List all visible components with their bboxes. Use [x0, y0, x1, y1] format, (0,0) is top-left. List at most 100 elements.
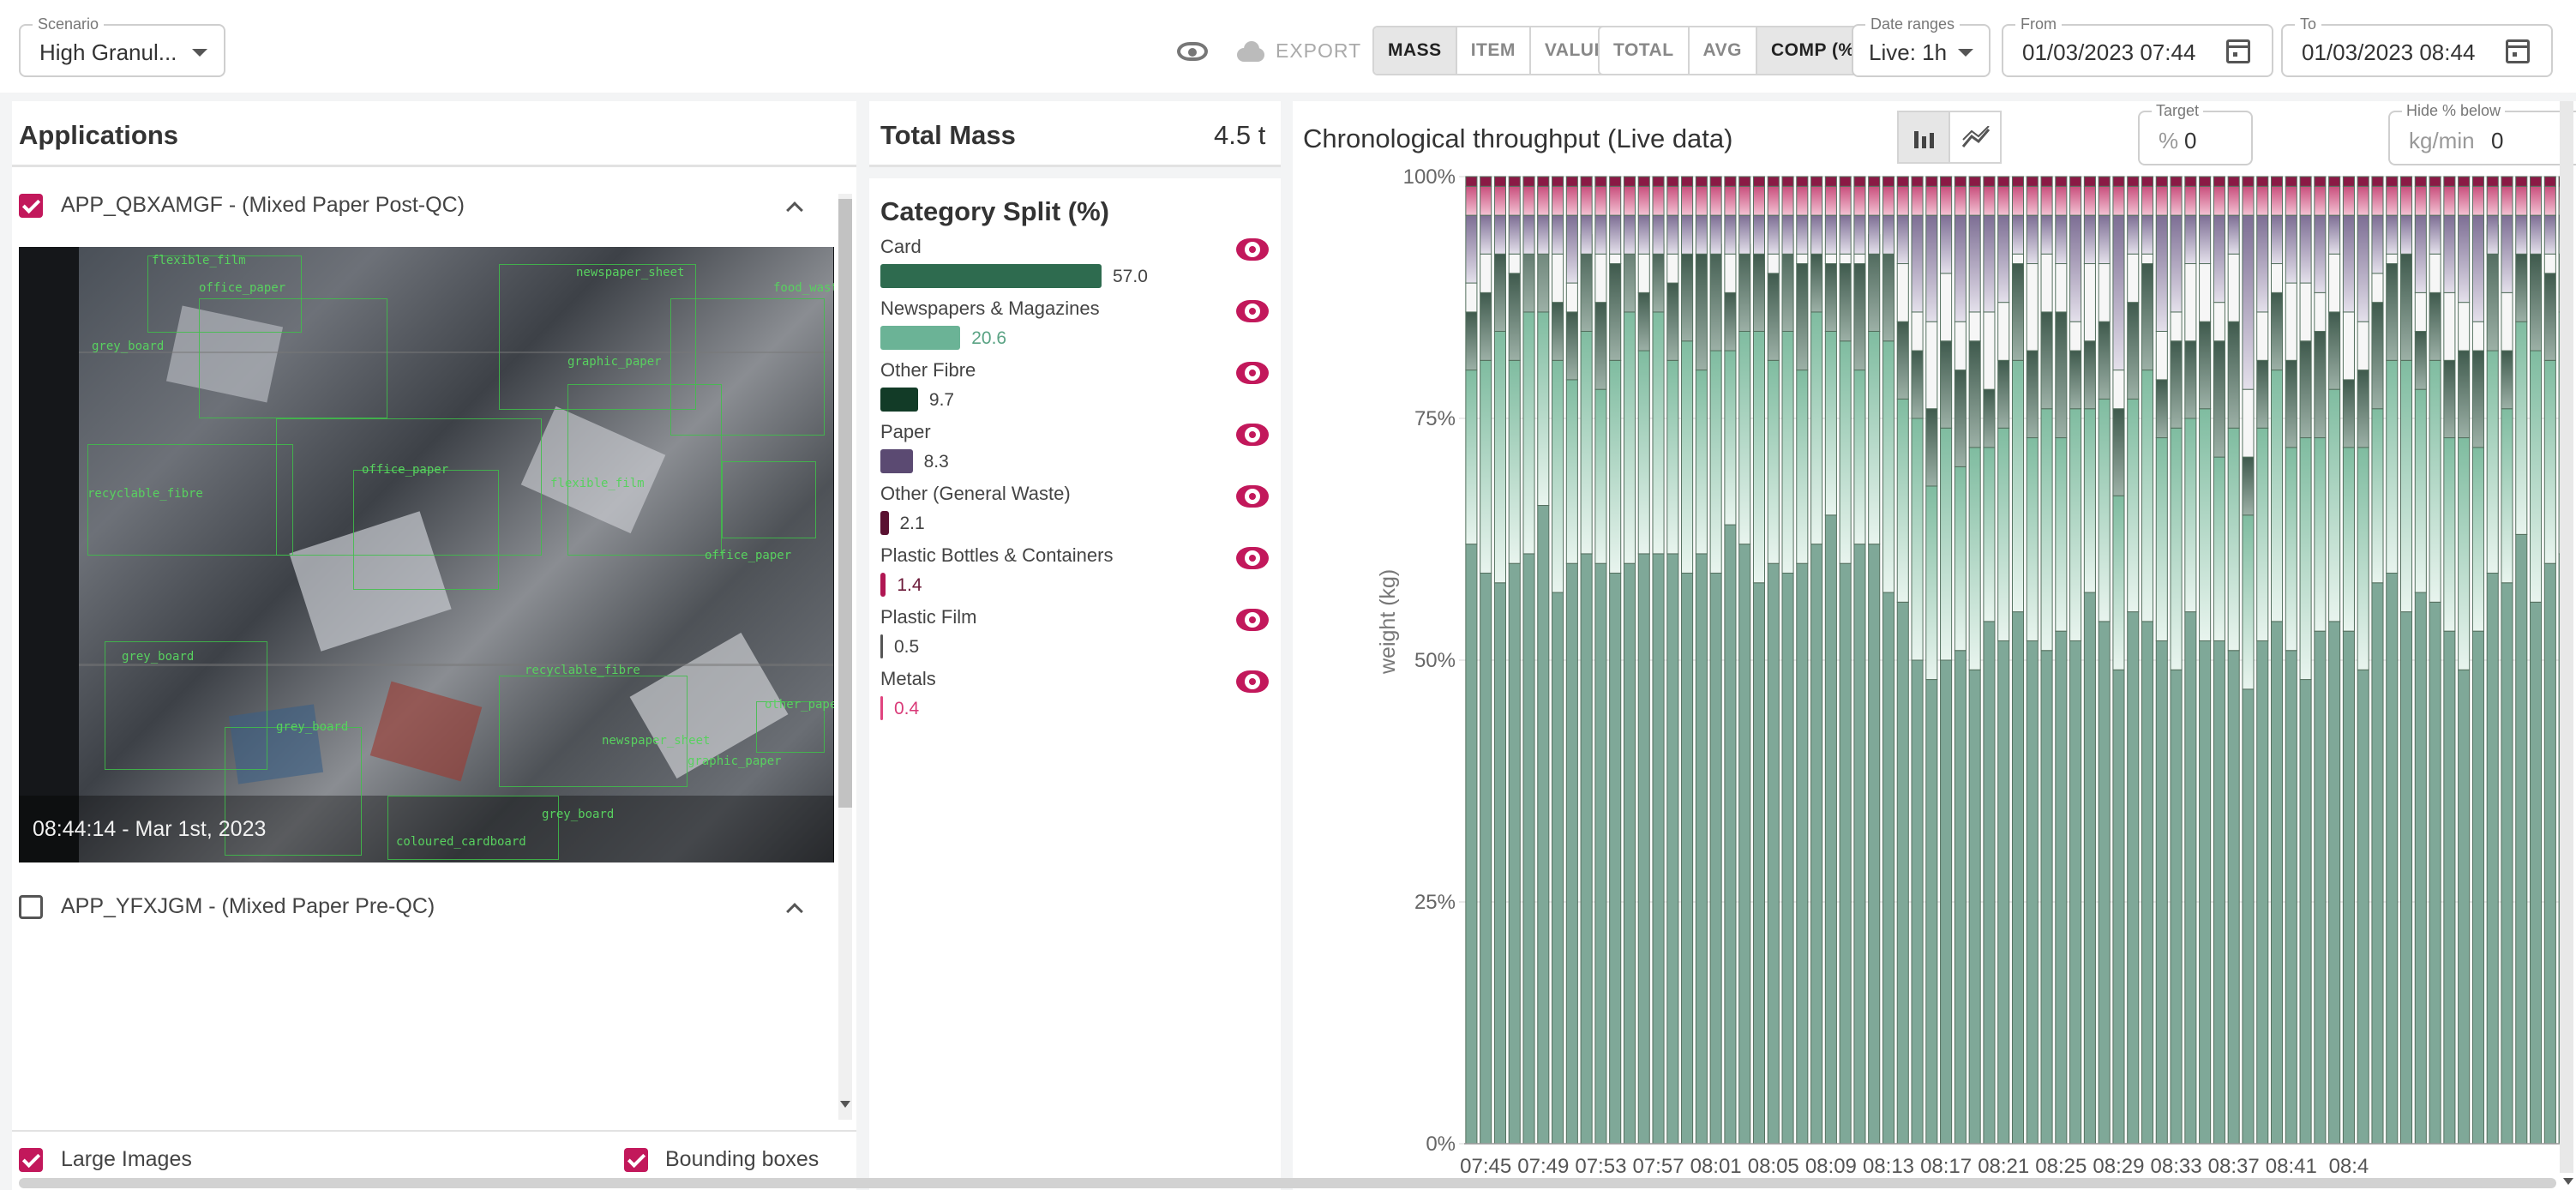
bar-segment-plastics[interactable]	[2530, 185, 2543, 216]
bar-segment-newspapers[interactable]	[2026, 437, 2039, 641]
bar-segment-newspapers[interactable]	[2515, 321, 2528, 535]
bar-segment-card[interactable]	[1652, 553, 1665, 1145]
bar-segment-top[interactable]	[2040, 176, 2053, 187]
bar-segment-top[interactable]	[1508, 176, 1521, 187]
bar-segment-card[interactable]	[1724, 524, 1737, 1145]
bar-segment-plastics[interactable]	[2414, 185, 2427, 216]
bar-segment-paper[interactable]	[1580, 214, 1593, 255]
bar-segment-other-fibre[interactable]	[2386, 263, 2399, 361]
bar-segment-newspapers[interactable]	[1522, 311, 1535, 555]
bar-segment-plastics[interactable]	[2055, 185, 2068, 216]
bar-segment-top[interactable]	[2184, 176, 2197, 187]
bar-segment-card[interactable]	[1911, 659, 1924, 1145]
bar-segment-card[interactable]	[1522, 553, 1535, 1145]
visibility-toggle-icon[interactable]	[1236, 547, 1269, 569]
bar-segment-newspapers[interactable]	[1508, 359, 1521, 564]
bar-segment-gap[interactable]	[1853, 253, 1866, 265]
bar-segment-other-fibre[interactable]	[2011, 263, 2025, 361]
bar-segment-plastics[interactable]	[1997, 185, 2010, 216]
bar-segment-gap[interactable]	[2256, 311, 2269, 361]
bar-segment-paper[interactable]	[1594, 214, 1607, 255]
bar-segment-plastics[interactable]	[2011, 185, 2025, 216]
bar-segment-newspapers[interactable]	[1493, 330, 1506, 584]
bar-segment-other-fibre[interactable]	[1954, 370, 1967, 467]
bar-segment-paper[interactable]	[2443, 214, 2456, 293]
bar-segment-paper[interactable]	[1882, 214, 1895, 255]
bar-segment-top[interactable]	[1824, 176, 1837, 187]
bar-segment-paper[interactable]	[2399, 214, 2413, 255]
bar-segment-newspapers[interactable]	[1652, 311, 1665, 555]
bar-segment-card[interactable]	[1781, 572, 1794, 1145]
bar-segment-top[interactable]	[2414, 176, 2427, 187]
bar-segment-gap[interactable]	[1666, 253, 1679, 284]
bar-segment-other-fibre[interactable]	[2227, 321, 2240, 429]
bar-segment-card[interactable]	[1896, 601, 1909, 1145]
bar-segment-plastics[interactable]	[1594, 185, 1607, 216]
bar-segment-top[interactable]	[1796, 176, 1809, 187]
bar-segment-paper[interactable]	[2501, 214, 2513, 293]
bar-segment-paper[interactable]	[2155, 214, 2168, 332]
bar-segment-plastics[interactable]	[1623, 185, 1636, 216]
bar-segment-plastics[interactable]	[2486, 185, 2499, 216]
bar-segment-card[interactable]	[1623, 562, 1636, 1145]
bar-segment-newspapers[interactable]	[1781, 330, 1794, 574]
bar-segment-top[interactable]	[2314, 176, 2327, 187]
bar-segment-plastics[interactable]	[1810, 185, 1823, 216]
scroll-down-arrow-icon[interactable]	[840, 1101, 850, 1108]
bar-segment-plastics[interactable]	[2501, 185, 2513, 216]
bar-segment-plastics[interactable]	[1709, 185, 1722, 216]
bar-segment-other-fibre[interactable]	[2458, 350, 2471, 439]
bar-segment-gap[interactable]	[2155, 330, 2168, 381]
bar-segment-plastics[interactable]	[2069, 185, 2082, 216]
bar-segment-plastics[interactable]	[1968, 185, 1981, 216]
bar-segment-gap[interactable]	[2471, 321, 2484, 352]
bar-segment-paper[interactable]	[2342, 214, 2355, 313]
bar-segment-card[interactable]	[1681, 572, 1694, 1145]
bar-segment-newspapers[interactable]	[2213, 456, 2225, 641]
bar-segment-top[interactable]	[1681, 176, 1694, 187]
bar-segment-other-fibre[interactable]	[2515, 253, 2528, 322]
bar-segment-plastics[interactable]	[2040, 185, 2053, 216]
bar-segment-paper[interactable]	[2170, 214, 2183, 313]
bar-segment-gap[interactable]	[2170, 311, 2183, 342]
bar-segment-other-fibre[interactable]	[2242, 456, 2255, 516]
bar-segment-gap[interactable]	[1508, 253, 1521, 274]
bar-segment-paper[interactable]	[1565, 214, 1578, 284]
bar-segment-newspapers[interactable]	[1997, 427, 2010, 641]
bar-segment-other-fibre[interactable]	[2155, 379, 2168, 439]
bar-segment-newspapers[interactable]	[1537, 311, 1550, 507]
bar-segment-gap[interactable]	[2299, 282, 2312, 342]
bar-segment-gap[interactable]	[1609, 253, 1622, 265]
bar-segment-paper[interactable]	[1954, 214, 1967, 322]
visibility-toggle-icon[interactable]	[1236, 424, 1269, 446]
bar-segment-plastics[interactable]	[2314, 185, 2327, 216]
bar-segment-paper[interactable]	[1781, 214, 1794, 255]
bar-segment-paper[interactable]	[2011, 214, 2025, 255]
bar-segment-other-fibre[interactable]	[2270, 291, 2284, 371]
bar-segment-gap[interactable]	[1896, 263, 1909, 322]
bar-segment-newspapers[interactable]	[1968, 447, 1981, 670]
bar-segment-plastics[interactable]	[2342, 185, 2355, 216]
bar-segment-other-fibre[interactable]	[2112, 408, 2125, 496]
bar-segment-gap[interactable]	[1724, 253, 1737, 293]
bar-segment-other-fibre[interactable]	[1925, 408, 1938, 487]
bar-segment-paper[interactable]	[1983, 214, 1996, 313]
bar-segment-paper[interactable]	[2515, 214, 2528, 255]
bar-segment-other-fibre[interactable]	[2069, 350, 2082, 410]
bar-segment-plastics[interactable]	[2285, 185, 2297, 216]
bar-segment-plastics[interactable]	[2199, 185, 2212, 216]
bar-segment-plastics[interactable]	[2371, 185, 2384, 216]
bar-segment-newspapers[interactable]	[1911, 418, 1924, 661]
bar-segment-newspapers[interactable]	[2285, 447, 2297, 652]
bar-segment-other-fibre[interactable]	[1853, 263, 1866, 371]
bar-segment-newspapers[interactable]	[2328, 388, 2341, 622]
bar-segment-gap[interactable]	[2069, 321, 2082, 352]
bar-segment-newspapers[interactable]	[2543, 359, 2556, 564]
bar-segment-top[interactable]	[1868, 176, 1881, 187]
bar-segment-top[interactable]	[2371, 176, 2384, 187]
bar-segment-card[interactable]	[1940, 659, 1953, 1145]
eye-icon[interactable]	[1177, 42, 1208, 61]
bar-segment-card[interactable]	[2471, 630, 2484, 1145]
bar-segment-newspapers[interactable]	[1796, 370, 1809, 564]
bar-segment-top[interactable]	[2399, 176, 2413, 187]
